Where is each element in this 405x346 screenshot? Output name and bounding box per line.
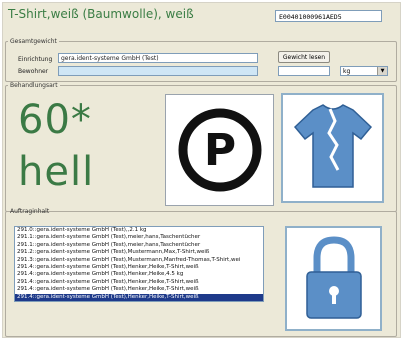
torn-shirt-icon: [293, 104, 373, 188]
list-item[interactable]: 291.4::gera.ident-systeme GmbH (Test),He…: [15, 279, 263, 286]
bewohner-label: Bewohner: [18, 68, 49, 75]
einrichtung-field[interactable]: gera.ident-systeme GmbH (Test): [58, 53, 258, 63]
list-item[interactable]: 291.3::gera.ident-systeme GmbH (Test),Mu…: [15, 257, 263, 264]
lock-panel: [285, 226, 382, 331]
list-item[interactable]: 291.4::gera.ident-systeme GmbH (Test),He…: [15, 286, 263, 293]
weight-field[interactable]: [278, 66, 330, 76]
dryclean-panel: P: [165, 94, 274, 206]
wash-temperature: 60*: [18, 97, 92, 143]
tag-code-field[interactable]: E00401000961AED5: [275, 10, 382, 22]
gewicht-lesen-button[interactable]: Gewicht lesen: [278, 51, 330, 63]
list-item[interactable]: 291.4::gera.ident-systeme GmbH (Test),He…: [15, 264, 263, 271]
bewohner-field[interactable]: [58, 66, 258, 76]
unit-select[interactable]: kg ▼: [340, 66, 388, 76]
list-item[interactable]: 291.1::gera.ident-systeme GmbH (Test),me…: [15, 234, 263, 241]
list-item[interactable]: 291.4::gera.ident-systeme GmbH (Test),He…: [15, 271, 263, 278]
window-title: T-Shirt,weiß (Baumwolle), weiß: [8, 7, 194, 21]
svg-text:P: P: [204, 125, 236, 176]
behandlungsart-legend: Behandlungsart: [10, 82, 58, 89]
chevron-down-icon[interactable]: ▼: [377, 67, 387, 75]
wash-mode: hell: [18, 149, 95, 195]
list-item[interactable]: 291.0::gera.ident-systeme GmbH (Test),,2…: [15, 227, 263, 234]
padlock-icon: [306, 236, 362, 319]
order-list[interactable]: 291.0::gera.ident-systeme GmbH (Test),,2…: [14, 226, 264, 302]
shirt-panel: [281, 93, 384, 203]
einrichtung-label: Einrichtung: [18, 56, 53, 63]
unit-value: kg: [343, 68, 351, 75]
auftraginhalt-legend: Auftraginhalt: [10, 208, 50, 215]
list-item-selected[interactable]: 291.4::gera.ident-systeme GmbH (Test),He…: [15, 293, 263, 301]
gesamtgewicht-legend: Gesamtgewicht: [10, 38, 57, 45]
list-item[interactable]: 291.2::gera.ident-systeme GmbH (Test),Mu…: [15, 249, 263, 256]
list-item[interactable]: 291.1::gera.ident-systeme GmbH (Test),me…: [15, 242, 263, 249]
dry-clean-p-icon: P: [178, 108, 262, 192]
